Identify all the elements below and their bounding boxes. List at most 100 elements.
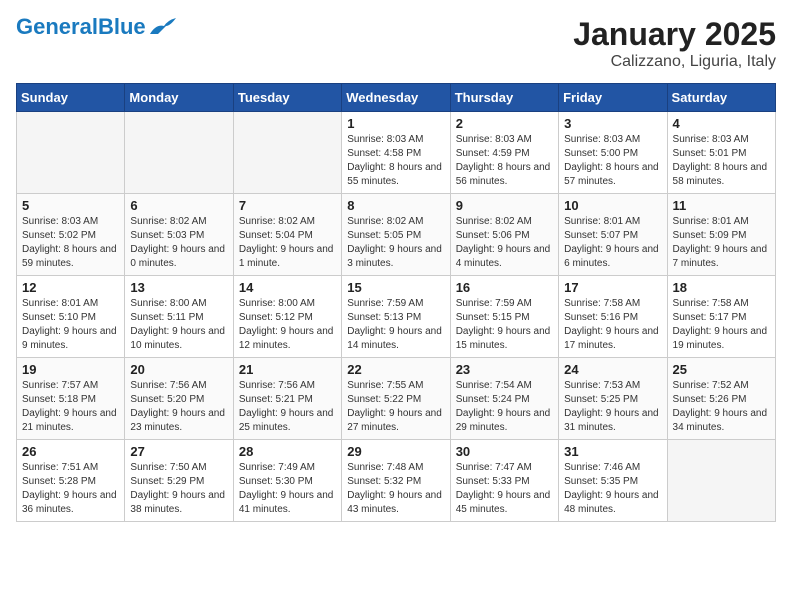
day-info: Sunrise: 7:57 AM Sunset: 5:18 PM Dayligh… (22, 379, 119, 435)
day-info: Sunrise: 8:03 AM Sunset: 5:01 PM Dayligh… (673, 133, 770, 189)
calendar-cell: 18Sunrise: 7:58 AM Sunset: 5:17 PM Dayli… (667, 276, 775, 358)
day-number: 3 (564, 116, 661, 131)
day-info: Sunrise: 7:55 AM Sunset: 5:22 PM Dayligh… (347, 379, 444, 435)
title-block: January 2025 Calizzano, Liguria, Italy (573, 16, 776, 71)
calendar-cell: 30Sunrise: 7:47 AM Sunset: 5:33 PM Dayli… (450, 440, 558, 522)
day-info: Sunrise: 7:54 AM Sunset: 5:24 PM Dayligh… (456, 379, 553, 435)
day-number: 2 (456, 116, 553, 131)
calendar-week-row: 1 Sunrise: 8:03 AM Sunset: 4:58 PM Daylig… (17, 112, 776, 194)
day-number: 13 (130, 280, 227, 295)
day-number: 23 (456, 362, 553, 377)
calendar-cell: 10 Sunrise: 8:01 AM Sunset: 5:07 PM Dayli… (559, 194, 667, 276)
day-info: Sunrise: 7:48 AM Sunset: 5:32 PM Dayligh… (347, 461, 444, 517)
calendar-cell: 29 Sunrise: 7:48 AM Sunset: 5:32 PM Dayli… (342, 440, 450, 522)
day-number: 22 (347, 362, 444, 377)
day-info: Sunrise: 8:02 AM Sunset: 5:03 PM Dayligh… (130, 215, 227, 271)
page-header: GeneralBlue January 2025 Calizzano, Ligu… (16, 16, 776, 71)
day-number: 27 (130, 444, 227, 459)
day-number: 18 (673, 280, 770, 295)
calendar-cell: 26Sunrise: 7:51 AM Sunset: 5:28 PM Dayli… (17, 440, 125, 522)
day-info: Sunrise: 8:03 AM Sunset: 5:00 PM Dayligh… (564, 133, 661, 189)
day-of-week-header: Thursday (450, 84, 558, 112)
calendar-week-row: 26Sunrise: 7:51 AM Sunset: 5:28 PM Dayli… (17, 440, 776, 522)
calendar-cell: 6Sunrise: 8:02 AM Sunset: 5:03 PM Daylig… (125, 194, 233, 276)
calendar-cell: 25 Sunrise: 7:52 AM Sunset: 5:26 PM Dayli… (667, 358, 775, 440)
logo-bird-icon (148, 16, 178, 38)
day-info: Sunrise: 7:52 AM Sunset: 5:26 PM Dayligh… (673, 379, 770, 435)
day-number: 4 (673, 116, 770, 131)
day-info: Sunrise: 8:03 AM Sunset: 4:59 PM Dayligh… (456, 133, 553, 189)
day-number: 28 (239, 444, 336, 459)
calendar-week-row: 5 Sunrise: 8:03 AM Sunset: 5:02 PM Daylig… (17, 194, 776, 276)
day-info: Sunrise: 8:02 AM Sunset: 5:04 PM Dayligh… (239, 215, 336, 271)
day-info: Sunrise: 7:56 AM Sunset: 5:20 PM Dayligh… (130, 379, 227, 435)
day-of-week-header: Wednesday (342, 84, 450, 112)
calendar-cell: 13 Sunrise: 8:00 AM Sunset: 5:11 PM Dayli… (125, 276, 233, 358)
day-number: 20 (130, 362, 227, 377)
day-of-week-header: Monday (125, 84, 233, 112)
calendar-cell: 11Sunrise: 8:01 AM Sunset: 5:09 PM Dayli… (667, 194, 775, 276)
logo-text: GeneralBlue (16, 16, 146, 38)
day-info: Sunrise: 7:59 AM Sunset: 5:15 PM Dayligh… (456, 297, 553, 353)
day-info: Sunrise: 7:49 AM Sunset: 5:30 PM Dayligh… (239, 461, 336, 517)
day-info: Sunrise: 8:01 AM Sunset: 5:07 PM Dayligh… (564, 215, 661, 271)
day-info: Sunrise: 8:03 AM Sunset: 4:58 PM Dayligh… (347, 133, 444, 189)
day-info: Sunrise: 8:02 AM Sunset: 5:06 PM Dayligh… (456, 215, 553, 271)
calendar-cell: 8 Sunrise: 8:02 AM Sunset: 5:05 PM Daylig… (342, 194, 450, 276)
day-number: 25 (673, 362, 770, 377)
day-of-week-header: Tuesday (233, 84, 341, 112)
day-number: 16 (456, 280, 553, 295)
calendar-cell: 14Sunrise: 8:00 AM Sunset: 5:12 PM Dayli… (233, 276, 341, 358)
calendar-cell: 22 Sunrise: 7:55 AM Sunset: 5:22 PM Dayli… (342, 358, 450, 440)
day-info: Sunrise: 8:02 AM Sunset: 5:05 PM Dayligh… (347, 215, 444, 271)
calendar-cell (233, 112, 341, 194)
day-info: Sunrise: 7:46 AM Sunset: 5:35 PM Dayligh… (564, 461, 661, 517)
calendar-table: SundayMondayTuesdayWednesdayThursdayFrid… (16, 83, 776, 522)
day-number: 29 (347, 444, 444, 459)
day-number: 31 (564, 444, 661, 459)
day-info: Sunrise: 7:50 AM Sunset: 5:29 PM Dayligh… (130, 461, 227, 517)
day-number: 5 (22, 198, 119, 213)
calendar-cell: 17Sunrise: 7:58 AM Sunset: 5:16 PM Dayli… (559, 276, 667, 358)
day-of-week-header: Sunday (17, 84, 125, 112)
day-info: Sunrise: 8:01 AM Sunset: 5:10 PM Dayligh… (22, 297, 119, 353)
day-number: 12 (22, 280, 119, 295)
month-title: January 2025 (573, 16, 776, 53)
calendar-week-row: 19Sunrise: 7:57 AM Sunset: 5:18 PM Dayli… (17, 358, 776, 440)
day-info: Sunrise: 7:53 AM Sunset: 5:25 PM Dayligh… (564, 379, 661, 435)
day-info: Sunrise: 7:51 AM Sunset: 5:28 PM Dayligh… (22, 461, 119, 517)
day-info: Sunrise: 8:00 AM Sunset: 5:12 PM Dayligh… (239, 297, 336, 353)
calendar-cell (17, 112, 125, 194)
calendar-cell: 19Sunrise: 7:57 AM Sunset: 5:18 PM Dayli… (17, 358, 125, 440)
calendar-cell: 23 Sunrise: 7:54 AM Sunset: 5:24 PM Dayli… (450, 358, 558, 440)
day-number: 17 (564, 280, 661, 295)
calendar-week-row: 12 Sunrise: 8:01 AM Sunset: 5:10 PM Dayli… (17, 276, 776, 358)
day-number: 15 (347, 280, 444, 295)
calendar-cell: 12 Sunrise: 8:01 AM Sunset: 5:10 PM Dayli… (17, 276, 125, 358)
day-number: 8 (347, 198, 444, 213)
calendar-cell: 20 Sunrise: 7:56 AM Sunset: 5:20 PM Dayli… (125, 358, 233, 440)
calendar-cell: 1 Sunrise: 8:03 AM Sunset: 4:58 PM Daylig… (342, 112, 450, 194)
day-number: 10 (564, 198, 661, 213)
calendar-cell: 31 Sunrise: 7:46 AM Sunset: 5:35 PM Dayli… (559, 440, 667, 522)
calendar-cell: 9 Sunrise: 8:02 AM Sunset: 5:06 PM Daylig… (450, 194, 558, 276)
day-info: Sunrise: 7:59 AM Sunset: 5:13 PM Dayligh… (347, 297, 444, 353)
logo: GeneralBlue (16, 16, 178, 38)
day-info: Sunrise: 7:56 AM Sunset: 5:21 PM Dayligh… (239, 379, 336, 435)
calendar-cell (667, 440, 775, 522)
day-info: Sunrise: 8:03 AM Sunset: 5:02 PM Dayligh… (22, 215, 119, 271)
calendar-header-row: SundayMondayTuesdayWednesdayThursdayFrid… (17, 84, 776, 112)
day-info: Sunrise: 8:00 AM Sunset: 5:11 PM Dayligh… (130, 297, 227, 353)
calendar-cell: 2 Sunrise: 8:03 AM Sunset: 4:59 PM Daylig… (450, 112, 558, 194)
calendar-cell: 5 Sunrise: 8:03 AM Sunset: 5:02 PM Daylig… (17, 194, 125, 276)
calendar-cell: 3 Sunrise: 8:03 AM Sunset: 5:00 PM Daylig… (559, 112, 667, 194)
location-title: Calizzano, Liguria, Italy (573, 53, 776, 71)
day-of-week-header: Friday (559, 84, 667, 112)
calendar-cell (125, 112, 233, 194)
calendar-cell: 15 Sunrise: 7:59 AM Sunset: 5:13 PM Dayli… (342, 276, 450, 358)
day-number: 1 (347, 116, 444, 131)
day-number: 11 (673, 198, 770, 213)
calendar-cell: 4 Sunrise: 8:03 AM Sunset: 5:01 PM Daylig… (667, 112, 775, 194)
day-number: 9 (456, 198, 553, 213)
day-number: 30 (456, 444, 553, 459)
